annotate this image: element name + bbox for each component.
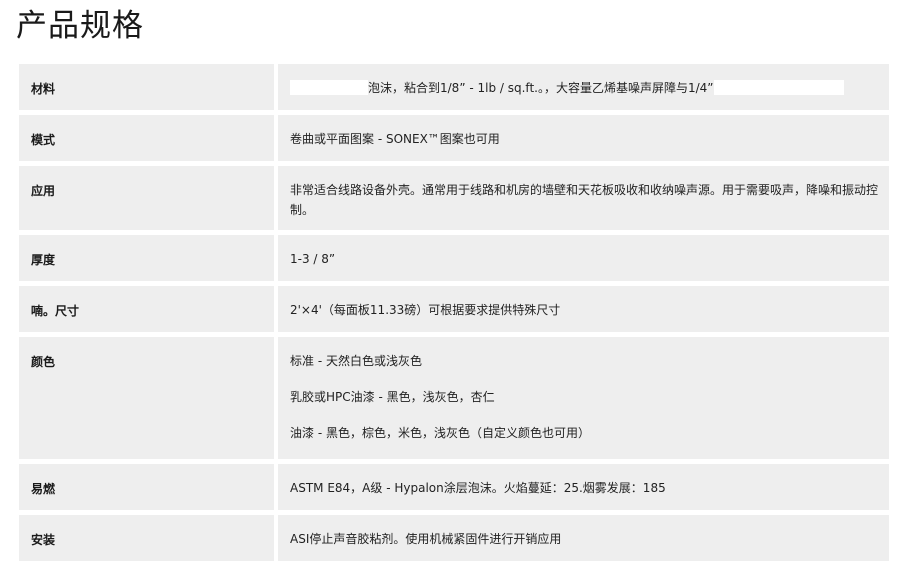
spec-row-color: 颜色 标准 - 天然白色或浅灰色 乳胶或HPC油漆 - 黑色，浅灰色，杏仁 油漆… <box>19 337 889 459</box>
spec-label: 颜色 <box>19 337 274 459</box>
redaction-block <box>713 80 844 95</box>
spec-row-installation: 安装 ASI停止声音胶粘剂。使用机械紧固件进行开销应用 <box>19 515 889 561</box>
spec-value-line: 乳胶或HPC油漆 - 黑色，浅灰色，杏仁 <box>290 390 495 404</box>
redaction-block <box>290 80 368 95</box>
spec-row-application: 应用 非常适合线路设备外壳。通常用于线路和机房的墙壁和天花板吸收和收纳噪声源。用… <box>19 166 889 230</box>
spec-value-line: 标准 - 天然白色或浅灰色 <box>290 354 422 368</box>
spec-label: 材料 <box>19 64 274 110</box>
spec-value: 卷曲或平面图案 - SONEX™图案也可用 <box>278 115 889 161</box>
page-title: 产品规格 <box>16 8 144 44</box>
spec-value: 2'×4'（每面板11.33磅）可根据要求提供特殊尺寸 <box>278 286 889 332</box>
spec-row-pattern: 模式 卷曲或平面图案 - SONEX™图案也可用 <box>19 115 889 161</box>
spec-label: 易燃 <box>19 464 274 510</box>
spec-label: 厚度 <box>19 235 274 281</box>
spec-table: 材料 泡沫，粘合到1/8” - 1lb / sq.ft.。，大容量乙烯基噪声屏障… <box>19 64 889 566</box>
spec-value: 1-3 / 8” <box>278 235 889 281</box>
spec-row-size: 喃。尺寸 2'×4'（每面板11.33磅）可根据要求提供特殊尺寸 <box>19 286 889 332</box>
spec-value: ASI停止声音胶粘剂。使用机械紧固件进行开销应用 <box>278 515 889 561</box>
spec-value: ASTM E84，A级 - Hypalon涂层泡沫。火焰蔓延：25.烟雾发展：1… <box>278 464 889 510</box>
spec-row-thickness: 厚度 1-3 / 8” <box>19 235 889 281</box>
spec-row-material: 材料 泡沫，粘合到1/8” - 1lb / sq.ft.。，大容量乙烯基噪声屏障… <box>19 64 889 110</box>
spec-label: 应用 <box>19 166 274 230</box>
spec-value-line: 油漆 - 黑色，棕色，米色，浅灰色（自定义颜色也可用） <box>290 426 590 440</box>
spec-label: 安装 <box>19 515 274 561</box>
spec-value: 非常适合线路设备外壳。通常用于线路和机房的墙壁和天花板吸收和收纳噪声源。用于需要… <box>278 166 889 230</box>
spec-value: 标准 - 天然白色或浅灰色 乳胶或HPC油漆 - 黑色，浅灰色，杏仁 油漆 - … <box>278 337 889 459</box>
spec-value-text: 泡沫，粘合到1/8” - 1lb / sq.ft.。，大容量乙烯基噪声屏障与1/… <box>368 81 714 95</box>
spec-label: 喃。尺寸 <box>19 286 274 332</box>
spec-label: 模式 <box>19 115 274 161</box>
spec-value: 泡沫，粘合到1/8” - 1lb / sq.ft.。，大容量乙烯基噪声屏障与1/… <box>278 64 889 110</box>
spec-row-flammability: 易燃 ASTM E84，A级 - Hypalon涂层泡沫。火焰蔓延：25.烟雾发… <box>19 464 889 510</box>
